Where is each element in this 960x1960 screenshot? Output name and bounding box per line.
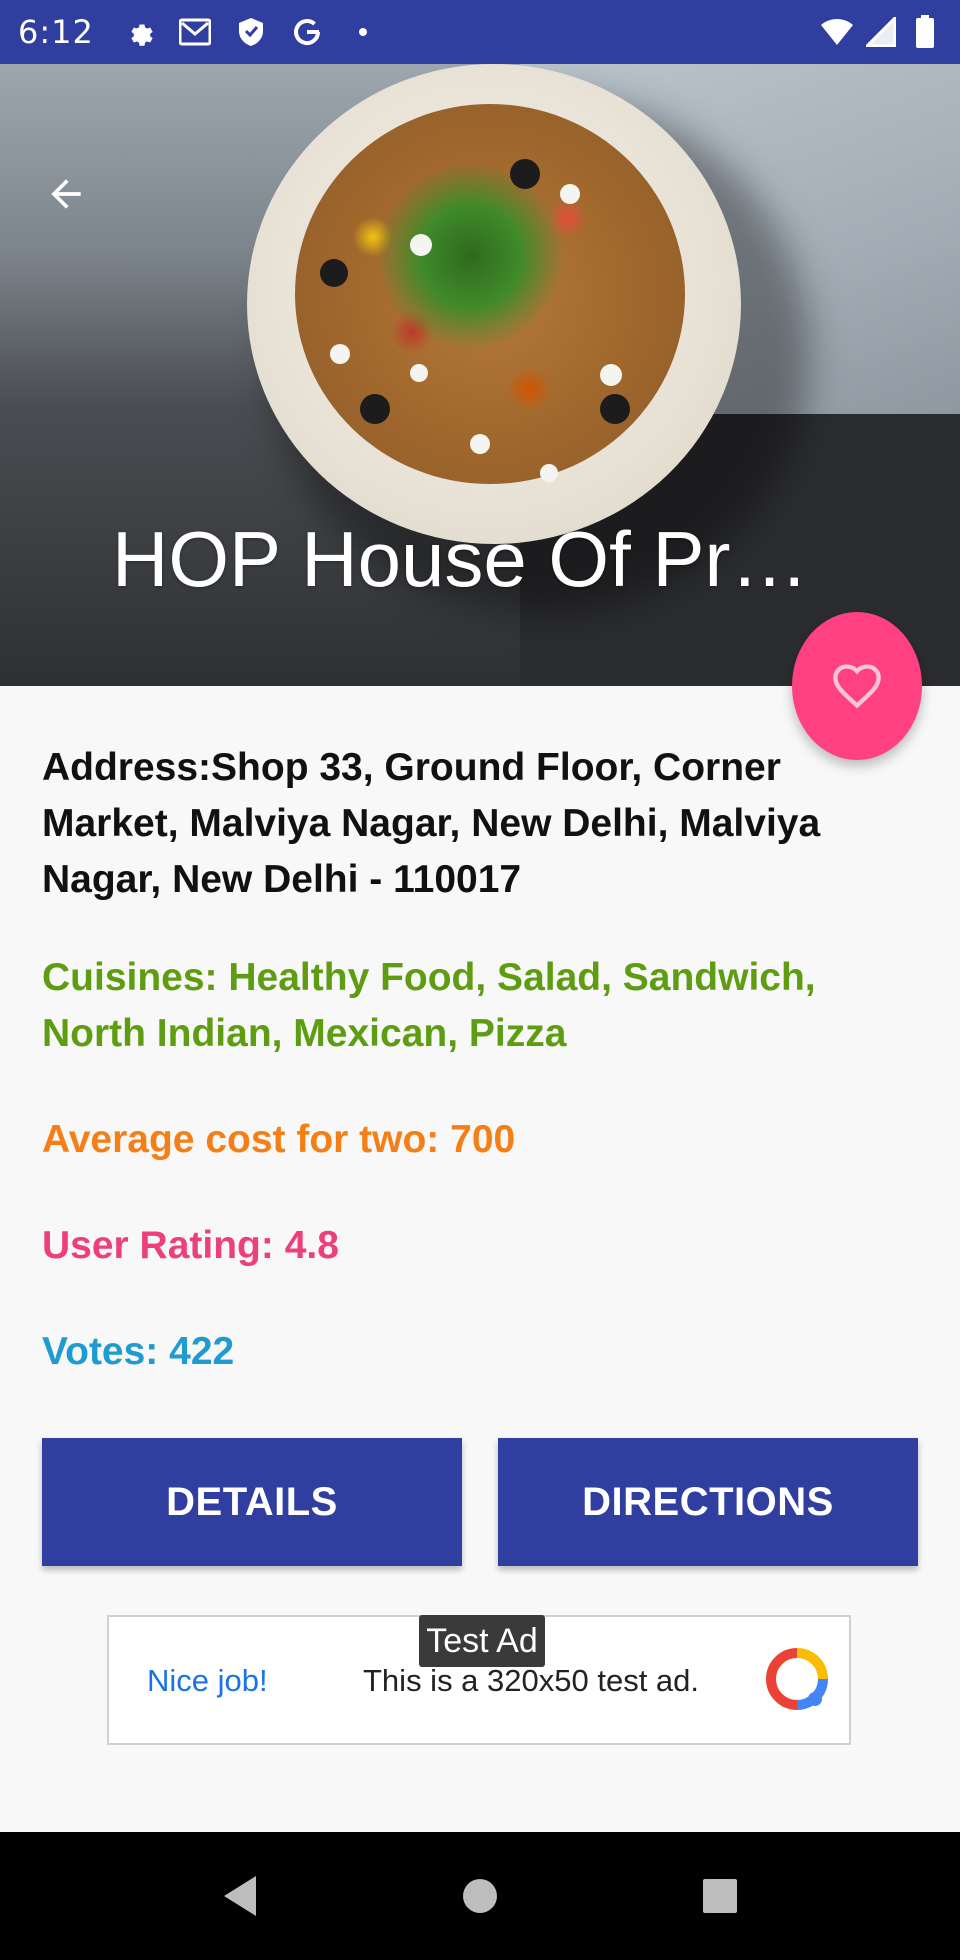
nav-back-icon <box>224 1876 256 1916</box>
olive-dot <box>600 394 630 424</box>
nav-home-button[interactable] <box>450 1866 510 1926</box>
average-cost-text: Average cost for two: 700 <box>42 1118 516 1161</box>
battery-icon <box>908 15 942 49</box>
google-g-icon <box>290 15 324 49</box>
cuisines-text: Cuisines: Healthy Food, Salad, Sandwich,… <box>42 956 816 1055</box>
directions-button[interactable]: DIRECTIONS <box>498 1438 918 1566</box>
gmail-icon <box>178 15 212 49</box>
salad-food <box>295 104 685 484</box>
nav-recents-button[interactable] <box>690 1866 750 1926</box>
ad-nice-job-text: Nice job! <box>147 1663 268 1698</box>
status-bar: 6:12 <box>0 0 960 64</box>
google-ads-logo-icon <box>766 1648 828 1710</box>
restaurant-detail-screen: 6:12 HOP House Of Pr… Address:Shop 33, G… <box>0 0 960 1960</box>
olive-dot <box>320 259 348 287</box>
ad-banner[interactable]: Test Ad Nice job! This is a 320x50 test … <box>107 1615 851 1745</box>
restaurant-title: HOP House Of Pr… <box>112 515 809 603</box>
garnish-dot <box>540 464 558 482</box>
user-rating-text: User Rating: 4.8 <box>42 1224 339 1267</box>
shield-icon <box>234 15 268 49</box>
status-time: 6:12 <box>18 13 94 51</box>
restaurant-details: Address:Shop 33, Ground Floor, Corner Ma… <box>42 740 922 1380</box>
test-ad-badge: Test Ad <box>419 1615 545 1667</box>
back-button[interactable] <box>36 164 96 224</box>
garnish-dot <box>560 184 580 204</box>
garnish-dot <box>410 364 428 382</box>
dot-icon <box>346 15 380 49</box>
settings-icon <box>122 15 156 49</box>
olive-dot <box>510 159 540 189</box>
nav-recents-icon <box>703 1879 737 1913</box>
arrow-back-icon <box>51 179 81 209</box>
system-nav-bar <box>0 1832 960 1960</box>
garnish-dot <box>600 364 622 386</box>
status-icons-right <box>820 15 942 49</box>
favorite-button[interactable] <box>792 612 922 760</box>
nav-home-icon <box>463 1879 497 1913</box>
nav-back-button[interactable] <box>210 1866 270 1926</box>
hero-image: HOP House Of Pr… <box>0 64 960 686</box>
garnish-dot <box>410 234 432 256</box>
heart-outline-icon <box>833 664 881 709</box>
signal-icon <box>864 15 898 49</box>
olive-dot <box>360 394 390 424</box>
action-buttons: DETAILS DIRECTIONS <box>42 1438 918 1566</box>
address-text: Address:Shop 33, Ground Floor, Corner Ma… <box>42 746 821 901</box>
votes-text: Votes: 422 <box>42 1330 235 1373</box>
ad-body-text: This is a 320x50 test ad. <box>363 1663 700 1698</box>
status-icons-left <box>122 15 380 49</box>
garnish-dot <box>330 344 350 364</box>
wifi-icon <box>820 15 854 49</box>
details-button[interactable]: DETAILS <box>42 1438 462 1566</box>
garnish-dot <box>470 434 490 454</box>
